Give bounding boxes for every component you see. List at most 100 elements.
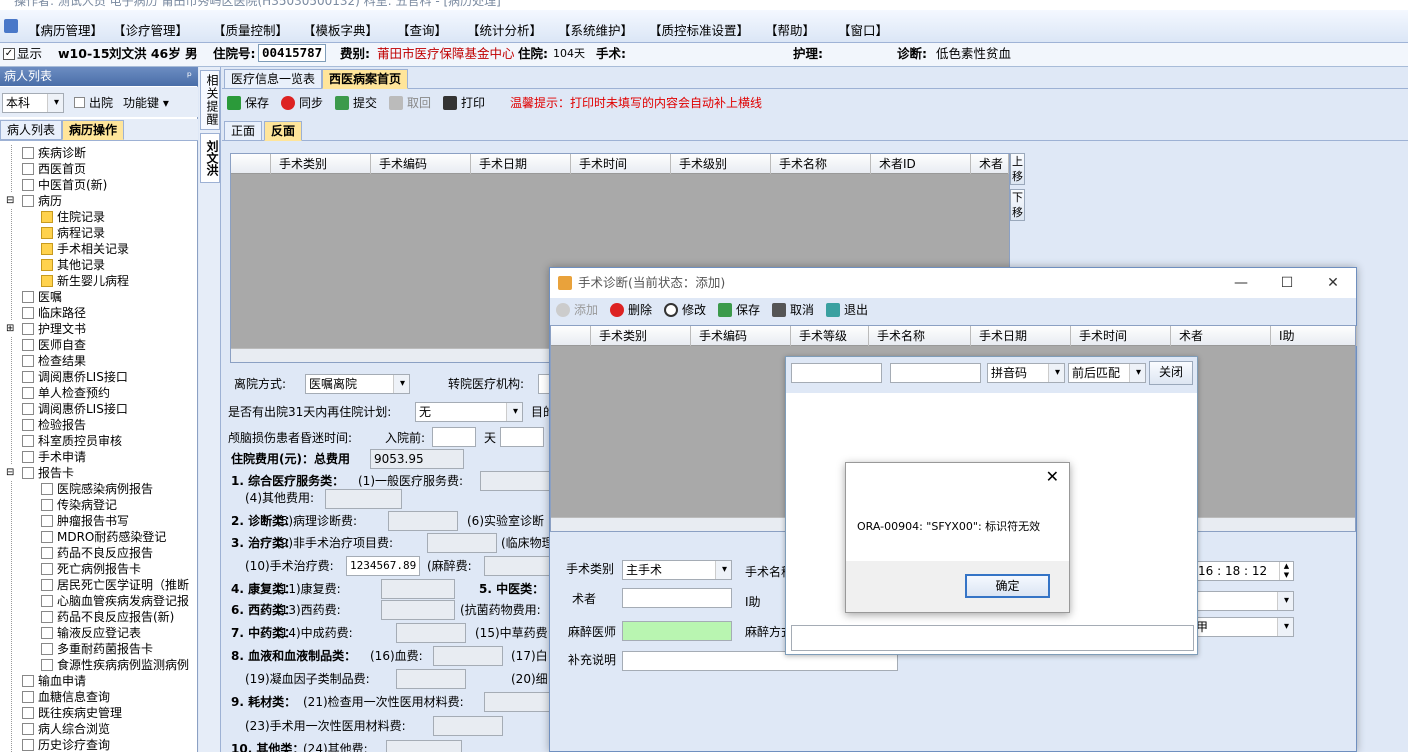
- tree-item[interactable]: 医师自查: [22, 337, 86, 353]
- edit-button[interactable]: 修改: [664, 302, 706, 318]
- column-header[interactable]: I助: [1271, 326, 1357, 346]
- fee-19-input[interactable]: [396, 669, 466, 689]
- expand-toggle[interactable]: ⊟: [6, 193, 15, 209]
- column-header[interactable]: 手术名称: [869, 326, 971, 346]
- menu-help[interactable]: 【帮助】: [765, 20, 815, 39]
- coma-hours-input[interactable]: [500, 427, 544, 447]
- tree-item[interactable]: 死亡病例报告卡: [41, 561, 141, 577]
- tree-item[interactable]: 病程记录: [41, 225, 105, 241]
- tree-item[interactable]: 医院感染病例报告: [41, 481, 153, 497]
- minimize-button[interactable]: —: [1218, 268, 1264, 298]
- tree-item[interactable]: 检查结果: [22, 353, 86, 369]
- menu-quality[interactable]: 【质量控制】: [213, 20, 288, 39]
- menu-qc-settings[interactable]: 【质控标准设置】: [649, 20, 749, 39]
- tree-item[interactable]: 中医首页(新): [22, 177, 107, 193]
- coma-days-input[interactable]: [432, 427, 476, 447]
- close-window-button[interactable]: ✕: [1310, 268, 1356, 298]
- fee-11-input[interactable]: [381, 579, 455, 599]
- tree-item[interactable]: 新生婴儿病程: [41, 273, 129, 289]
- tree-item[interactable]: 输血申请: [22, 673, 86, 689]
- dept-select[interactable]: 本科: [2, 93, 64, 113]
- menu-system[interactable]: 【系统维护】: [558, 20, 633, 39]
- fee-4-input[interactable]: [325, 489, 402, 509]
- sync-button[interactable]: 同步: [281, 95, 323, 111]
- menu-statistics[interactable]: 【统计分析】: [467, 20, 542, 39]
- tree-item[interactable]: 病历: [22, 193, 62, 209]
- tree-item[interactable]: MDRO耐药感染登记: [41, 529, 166, 545]
- tab-patient-list[interactable]: 病人列表: [0, 120, 63, 140]
- retrieve-button[interactable]: 取回: [389, 95, 431, 111]
- tree-item[interactable]: 血糖信息查询: [22, 689, 110, 705]
- popup-footer-input[interactable]: [791, 625, 1194, 651]
- discharge-checkbox[interactable]: [74, 97, 85, 108]
- ok-button[interactable]: 确定: [965, 574, 1050, 598]
- column-header[interactable]: 手术编码: [371, 154, 471, 174]
- pin-icon[interactable]: ᵖ: [187, 67, 192, 86]
- tree-item[interactable]: 肿瘤报告书写: [41, 513, 129, 529]
- fee-16-input[interactable]: [433, 646, 503, 666]
- tree-item[interactable]: 输液反应登记表: [41, 625, 141, 641]
- tab-front-page[interactable]: 西医病案首页: [322, 69, 409, 89]
- search-input-name[interactable]: [890, 363, 981, 383]
- menu-templates[interactable]: 【模板字典】: [303, 20, 378, 39]
- tree-item[interactable]: 食源性疾病病例监测病例: [41, 657, 189, 673]
- fee-13-input[interactable]: [381, 600, 455, 620]
- column-header[interactable]: 手术名称: [771, 154, 871, 174]
- surgery-type-select[interactable]: 主手术: [622, 560, 732, 580]
- move-up-button[interactable]: 上移: [1010, 153, 1025, 185]
- surgery-time-spinner[interactable]: 16 : 18 : 12 ▲ ▼: [1192, 561, 1294, 581]
- search-mode-select[interactable]: 拼音码: [987, 363, 1065, 383]
- tree-item[interactable]: 多重耐药菌报告卡: [41, 641, 153, 657]
- column-header[interactable]: 手术级别: [671, 154, 771, 174]
- save-button[interactable]: 保存: [227, 95, 269, 111]
- tree-item[interactable]: 医嘱: [22, 289, 62, 305]
- cancel-button[interactable]: 取消: [772, 302, 814, 318]
- tree-item[interactable]: 其他记录: [41, 257, 105, 273]
- readmit-select[interactable]: 无: [415, 402, 523, 422]
- tree-item[interactable]: 住院记录: [41, 209, 105, 225]
- column-header[interactable]: 手术时间: [1071, 326, 1171, 346]
- column-header[interactable]: 手术日期: [471, 154, 571, 174]
- exit-button[interactable]: 退出: [826, 302, 868, 318]
- tree-item[interactable]: 居民死亡医学证明（推断: [41, 577, 189, 593]
- function-key-menu[interactable]: 功能键 ▾: [123, 94, 169, 112]
- close-popup-button[interactable]: 关闭: [1149, 361, 1193, 385]
- leave-mode-select[interactable]: 医嘱离院: [305, 374, 410, 394]
- column-header[interactable]: 手术编码: [691, 326, 791, 346]
- tab-related-reminder[interactable]: 相关提醒: [200, 70, 220, 130]
- move-down-button[interactable]: 下移: [1010, 189, 1025, 221]
- tree-item[interactable]: 既往疾病史管理: [22, 705, 122, 721]
- tree-item[interactable]: 病人综合浏览: [22, 721, 110, 737]
- tree-item[interactable]: 调阅惠侨LIS接口: [22, 401, 128, 417]
- column-header[interactable]: 手术类别: [591, 326, 691, 346]
- tree-item[interactable]: 单人检查预约: [22, 385, 110, 401]
- submit-button[interactable]: 提交: [335, 95, 377, 111]
- tree-item[interactable]: 药品不良反应报告(新): [41, 609, 174, 625]
- tree-item[interactable]: 护理文书: [22, 321, 86, 337]
- add-button[interactable]: 添加: [556, 302, 598, 318]
- tab-medical-overview[interactable]: 医疗信息一览表: [224, 69, 323, 89]
- tree-item[interactable]: 药品不良反应报告: [41, 545, 153, 561]
- tree-item[interactable]: 手术相关记录: [41, 241, 129, 257]
- match-mode-select[interactable]: 前后匹配: [1068, 363, 1146, 383]
- expand-toggle[interactable]: ⊟: [6, 465, 15, 481]
- tree-item[interactable]: 检验报告: [22, 417, 86, 433]
- tree-item[interactable]: 西医首页: [22, 161, 86, 177]
- print-button[interactable]: 打印: [443, 95, 485, 111]
- fee-5-input[interactable]: [388, 511, 458, 531]
- tree-item[interactable]: 调阅惠侨LIS接口: [22, 369, 128, 385]
- tree-item[interactable]: 临床路径: [22, 305, 86, 321]
- close-dialog-icon[interactable]: ✕: [1046, 467, 1059, 486]
- fee-24-input[interactable]: [386, 740, 462, 752]
- tab-record-ops[interactable]: 病历操作: [62, 120, 125, 140]
- menu-diagnosis[interactable]: 【诊疗管理】: [113, 20, 188, 39]
- tree-item[interactable]: 传染病登记: [41, 497, 117, 513]
- anesthesia-level-select[interactable]: 甲: [1192, 617, 1294, 637]
- tree-item[interactable]: 心脑血管疾病发病登记报: [41, 593, 189, 609]
- tree-item[interactable]: 疾病诊断: [22, 145, 86, 161]
- maximize-button[interactable]: ☐: [1264, 268, 1310, 298]
- tab-back-side[interactable]: 反面: [264, 121, 303, 141]
- assistant-select[interactable]: [1192, 591, 1294, 611]
- fee-9-input[interactable]: [427, 533, 497, 553]
- menu-window[interactable]: 【窗口】: [838, 20, 888, 39]
